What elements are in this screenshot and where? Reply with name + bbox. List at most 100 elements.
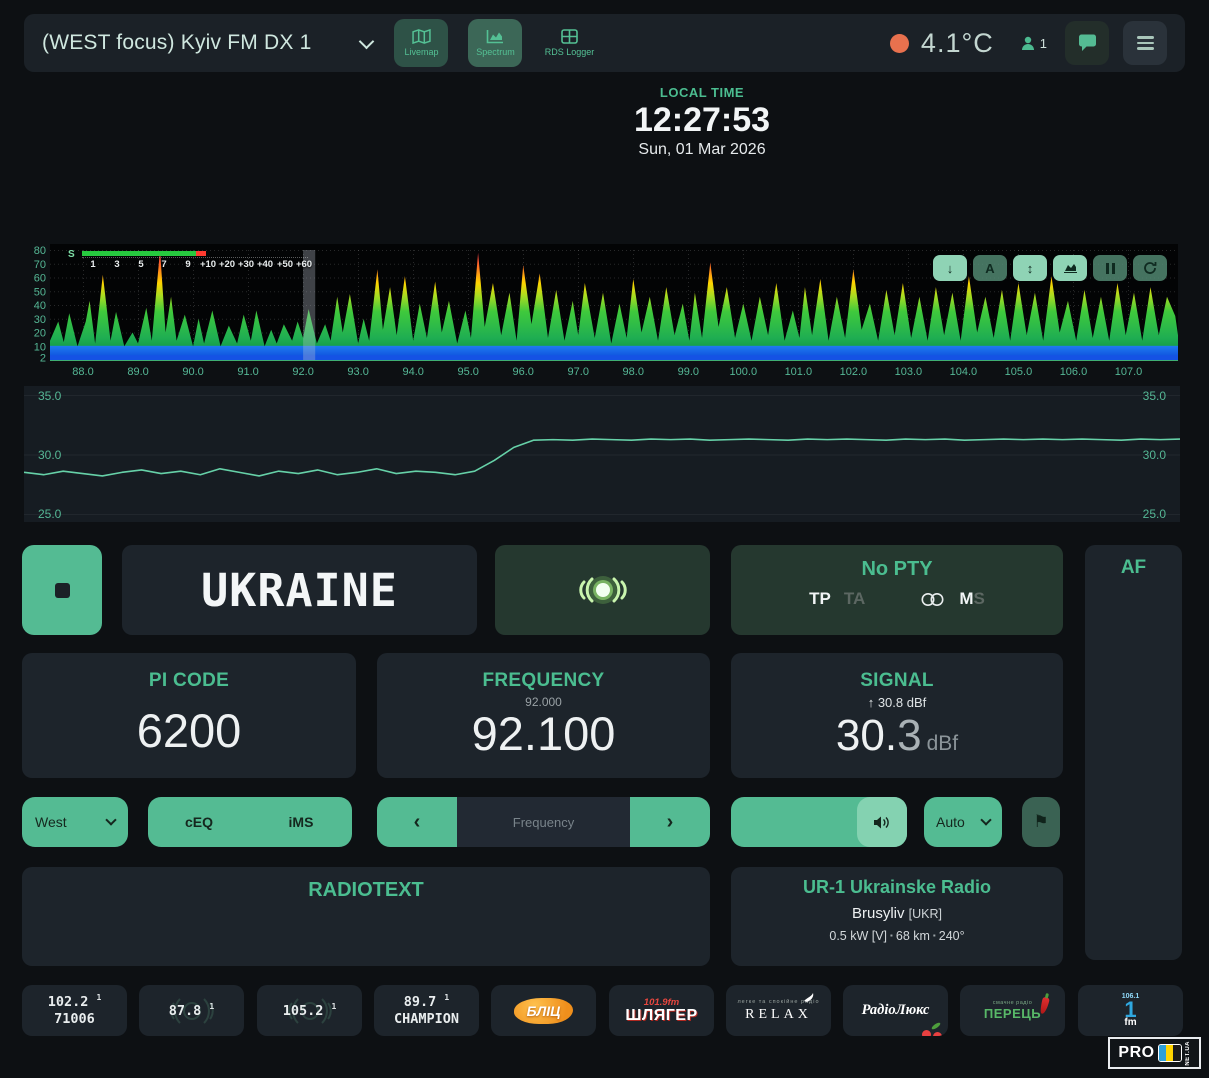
- user-icon: [1021, 36, 1034, 50]
- auto-mode-button[interactable]: A: [973, 255, 1007, 281]
- preset-station-1[interactable]: 102.2 1 71006: [22, 985, 127, 1036]
- pty-value: No PTY: [861, 558, 933, 580]
- frequency-tuner: ‹ ›: [377, 797, 710, 847]
- s-meter-tick: 7: [161, 259, 167, 270]
- perets-logo: ПЕРЕЦЬ: [983, 1006, 1042, 1021]
- antenna-select-value: West: [35, 814, 67, 830]
- shlyager-logo: ШЛЯГЕР: [625, 1006, 698, 1024]
- scan-mode-value: Auto: [936, 814, 965, 830]
- preset-station-shlyager[interactable]: 101.9fm ШЛЯГЕР: [609, 985, 714, 1036]
- signal-ytick-left-35: 35.0: [38, 389, 62, 403]
- graph-style-button[interactable]: [1053, 255, 1087, 281]
- listener-count: 1: [1039, 35, 1047, 51]
- preset-station-2[interactable]: 87.8 1: [139, 985, 244, 1036]
- header-bar: (WEST focus) Kyiv FM DX 1 Livemap Spectr…: [24, 14, 1185, 72]
- s-meter-tick: +30: [237, 259, 255, 270]
- af-title: AF: [1120, 557, 1147, 578]
- refresh-icon: [1144, 262, 1157, 274]
- transmitter-info-panel: UR-1 Ukrainske Radio Brusyliv [UKR] 0.5 …: [731, 867, 1063, 966]
- s-meter: S 1 3 5 7 9 +10 +20 +30 +40 +50 +60: [58, 249, 314, 275]
- chat-button[interactable]: [1065, 21, 1109, 65]
- s-meter-bar: [82, 251, 196, 256]
- preset-station-blits[interactable]: БЛІЦ: [491, 985, 596, 1036]
- server-title[interactable]: (WEST focus) Kyiv FM DX 1: [42, 31, 311, 55]
- preset-station-perets[interactable]: смачне радіо ПЕРЕЦЬ: [960, 985, 1065, 1036]
- tune-down-button[interactable]: ‹: [377, 797, 457, 847]
- rds-logger-label: RDS Logger: [544, 47, 595, 57]
- pepper-icon: [1039, 996, 1050, 1015]
- chevron-down-icon[interactable]: [359, 33, 375, 49]
- tune-up-button[interactable]: ›: [630, 797, 710, 847]
- volume-slider[interactable]: [731, 797, 907, 847]
- fit-vertical-button[interactable]: ↕: [1013, 255, 1047, 281]
- livemap-button[interactable]: Livemap: [394, 19, 449, 67]
- spectrum-label: Spectrum: [476, 47, 515, 57]
- ceq-button[interactable]: cEQ: [148, 814, 250, 830]
- station-name[interactable]: UR-1 Ukrainske Radio: [731, 877, 1063, 898]
- frequency-input-wrap: [457, 797, 630, 847]
- netua-text: NET.UA: [1184, 1040, 1191, 1066]
- preset-station-4[interactable]: 89.7 1 CHAMPION: [374, 985, 479, 1036]
- signal-label: SIGNAL: [860, 670, 934, 691]
- ukraine-flag-icon: [322, 34, 349, 53]
- preset-station-3[interactable]: 105.2 1: [257, 985, 362, 1036]
- antenna-icon: 1: [444, 993, 450, 1003]
- s-meter-tick: 5: [138, 259, 144, 270]
- station-azimuth: 240°: [938, 929, 965, 943]
- pi-code-label: PI CODE: [148, 670, 230, 691]
- scan-mode-select[interactable]: Auto: [924, 797, 1002, 847]
- letter-a-icon: A: [985, 260, 995, 276]
- antenna-icon: 1: [209, 1001, 215, 1011]
- spectrum-toolbar: ↓ A ↕: [933, 255, 1167, 281]
- tp-flag: TP: [809, 589, 831, 608]
- report-flag-button[interactable]: ⚑: [1022, 797, 1060, 847]
- ims-button[interactable]: iMS: [250, 814, 352, 830]
- antenna-select[interactable]: West: [22, 797, 128, 847]
- livemap-label: Livemap: [404, 47, 439, 57]
- ps-name-panel: UKRAINE: [122, 545, 477, 635]
- preset-station-lux[interactable]: РадіоЛюкс: [843, 985, 948, 1036]
- scroll-down-button[interactable]: ↓: [933, 255, 967, 281]
- stereo-circles-icon: [921, 592, 944, 606]
- preset-pi: CHAMPION: [393, 1011, 460, 1027]
- s-meter-tick: 1: [90, 259, 96, 270]
- stereo-indicator-panel[interactable]: [495, 545, 710, 635]
- play-stop-button[interactable]: [22, 545, 102, 635]
- station-itu: [UKR]: [908, 907, 943, 921]
- signal-value: 30.3 dBf: [835, 711, 959, 760]
- menu-button[interactable]: [1123, 21, 1167, 65]
- rds-flags: TP TA MS: [731, 589, 1063, 609]
- stop-icon: [54, 582, 70, 598]
- rds-logger-button[interactable]: RDS Logger: [542, 19, 596, 67]
- s-meter-tick: +20: [218, 259, 236, 270]
- hamburger-icon: [1136, 36, 1154, 50]
- s-meter-label: S: [68, 249, 75, 260]
- local-clock: LOCAL TIME 12:27:53 Sun, 01 Mar 2026: [562, 85, 842, 159]
- frequency-input[interactable]: [457, 797, 630, 847]
- pty-panel: No PTY TP TA MS: [731, 545, 1063, 635]
- pause-button[interactable]: [1093, 255, 1127, 281]
- s-meter-tick: 3: [114, 259, 120, 270]
- s-meter-tick: +50: [276, 259, 294, 270]
- s-meter-tick: +10: [199, 259, 217, 270]
- signal-unit: dBf: [926, 732, 959, 755]
- volume-knob[interactable]: [857, 797, 907, 847]
- frequency-panel: FREQUENCY 92.000 92.100: [377, 653, 710, 778]
- signal-ytick-right-25: 25.0: [1142, 507, 1166, 521]
- chevron-down-icon: [980, 814, 992, 826]
- ps-name: UKRAINE: [201, 563, 398, 617]
- station-details: 0.5 kW [V] ▪ 68 km ▪ 240°: [829, 929, 965, 943]
- station-distance: 68 km: [895, 929, 930, 943]
- s-meter-tick: +40: [256, 259, 274, 270]
- ta-flag: TA: [843, 589, 866, 608]
- frequency-value[interactable]: 92.100: [377, 709, 710, 759]
- relax-logo: RELAX: [745, 1006, 812, 1022]
- antenna-icon: 1: [96, 993, 102, 1003]
- af-list-panel: AF: [1085, 545, 1182, 960]
- preset-station-1fm[interactable]: 106.1 1 fm: [1078, 985, 1183, 1036]
- spectrum-button[interactable]: Spectrum: [468, 19, 523, 67]
- preset-station-relax[interactable]: легке та спокійне радіо RELAX: [726, 985, 831, 1036]
- refresh-button[interactable]: [1133, 255, 1167, 281]
- stereo-signal-icon: [578, 576, 627, 604]
- flag-icon: ⚑: [1033, 812, 1049, 831]
